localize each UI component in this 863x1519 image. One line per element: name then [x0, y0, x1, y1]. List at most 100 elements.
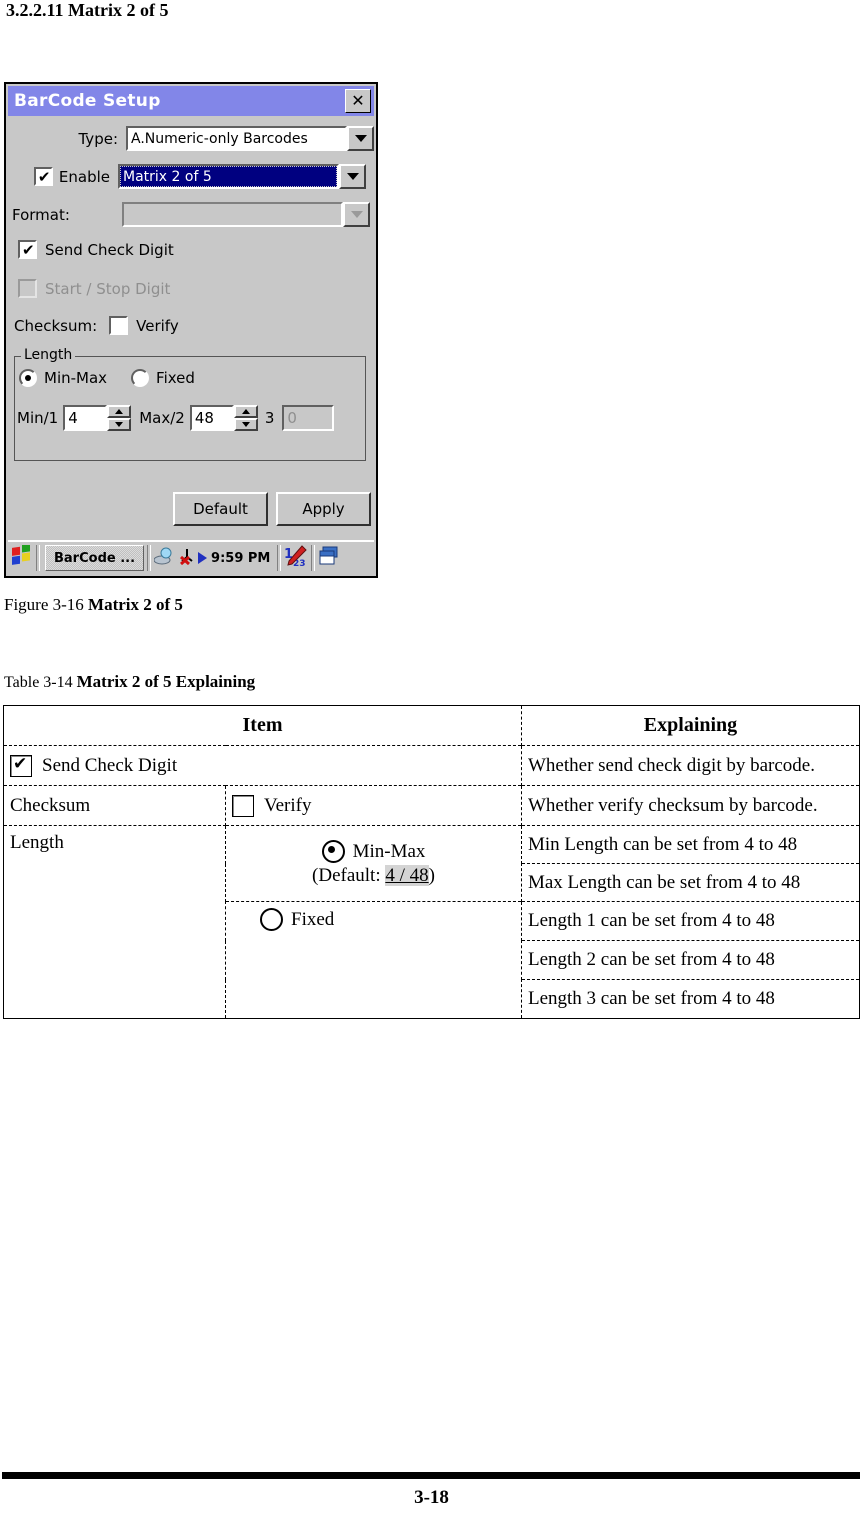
fixed-radio[interactable]: [131, 369, 150, 387]
explaining-table: Item Explaining ✔ Send Check Digit Wheth…: [3, 705, 861, 1019]
chevron-down-icon[interactable]: [339, 164, 366, 189]
window-title: BarCode Setup: [14, 91, 161, 111]
checksum-row: Checksum: Verify: [14, 316, 179, 335]
min1-input[interactable]: 4: [63, 405, 108, 431]
spin-down-icon[interactable]: [107, 418, 132, 431]
table-caption-title: Matrix 2 of 5 Explaining: [76, 672, 256, 691]
default-button[interactable]: Default: [173, 492, 268, 526]
max2-stepper[interactable]: 48: [189, 405, 258, 431]
send-check-digit-checkbox-icon: ✔: [10, 754, 32, 777]
column-header-item: Item: [3, 705, 522, 746]
row-explain-length3: Length 3 can be set from 4 to 48: [520, 979, 861, 1019]
enable-label: Enable: [58, 167, 110, 186]
spin-up-icon[interactable]: [233, 405, 258, 418]
length-group-label: Length: [21, 347, 76, 363]
column-header-explaining: Explaining: [520, 705, 861, 746]
type-combobox-value: A.Numeric-only Barcodes: [126, 126, 347, 151]
minmax-radio[interactable]: [19, 369, 37, 387]
send-check-digit-checkbox[interactable]: ✔: [18, 240, 37, 259]
minmax-default-line: (Default: 4 / 48): [232, 865, 515, 887]
taskbar: BarCode ... 9:59 PM 1 23: [8, 540, 374, 574]
table-row: ✔ Send Check Digit Whether send check di…: [3, 745, 861, 786]
default-suffix: ): [428, 865, 435, 886]
table-row: Length Min-Max (Default: 4 / 48) Min Len…: [3, 825, 861, 1019]
max2-spin-buttons[interactable]: [233, 405, 258, 431]
row-label-verify: Verify: [264, 794, 312, 816]
chevron-down-icon[interactable]: [347, 126, 374, 151]
desktop-icon[interactable]: [153, 547, 176, 569]
figure-caption-prefix: Figure 3-16: [4, 595, 89, 614]
type-combobox[interactable]: A.Numeric-only Barcodes: [126, 126, 374, 151]
chevron-down-icon[interactable]: [343, 202, 370, 227]
spin-down-icon[interactable]: [233, 418, 258, 431]
row-label-length: Length: [3, 825, 226, 1019]
window-titlebar: BarCode Setup ✕: [8, 86, 374, 116]
taskbar-task-barcode[interactable]: BarCode ...: [45, 545, 145, 571]
length3-label: 3: [264, 409, 275, 427]
min1-stepper[interactable]: 4: [63, 405, 132, 431]
symbology-combobox[interactable]: Matrix 2 of 5: [118, 164, 366, 189]
checksum-label: Checksum:: [14, 316, 98, 335]
format-label: Format:: [12, 205, 70, 224]
switch-windows-icon[interactable]: [318, 546, 340, 570]
row-explain-checksum: Whether verify checksum by barcode.: [520, 785, 861, 826]
length-values-row: Min/1 4 Max/2 48 3 0: [17, 405, 363, 431]
close-icon[interactable]: ✕: [345, 89, 371, 113]
format-combobox-value: [122, 202, 343, 227]
start-stop-digit-label: Start / Stop Digit: [45, 279, 171, 298]
row-explain-max-length: Max Length can be set from 4 to 48: [520, 863, 861, 902]
row-explain-length1: Length 1 can be set from 4 to 48: [520, 901, 861, 941]
enable-row: ✔ Enable Matrix 2 of 5: [8, 164, 374, 189]
row-label-fixed: Fixed: [291, 908, 335, 930]
verify-label: Verify: [136, 316, 179, 335]
row-label-send-check-digit: Send Check Digit: [42, 754, 178, 776]
start-stop-digit-row: Start / Stop Digit: [18, 279, 170, 298]
play-arrow-icon: [198, 549, 208, 568]
max2-label: Max/2: [139, 409, 185, 427]
row-label-checksum: Checksum: [3, 785, 226, 826]
type-row: Type: A.Numeric-only Barcodes: [8, 126, 374, 151]
disconnected-network-icon[interactable]: [178, 547, 196, 569]
minmax-label: Min-Max: [44, 369, 108, 387]
table-header-row: Item Explaining: [3, 705, 861, 746]
min1-label: Min/1: [17, 409, 59, 427]
min1-spin-buttons[interactable]: [107, 405, 132, 431]
dialog-client-area: Type: A.Numeric-only Barcodes ✔ Enable M…: [8, 118, 374, 548]
format-combobox[interactable]: [122, 202, 370, 227]
taskbar-clock[interactable]: 9:59 PM: [211, 551, 270, 566]
enable-checkbox[interactable]: ✔: [33, 167, 53, 186]
spin-up-icon[interactable]: [107, 405, 132, 418]
format-row: Format:: [8, 202, 374, 227]
barcode-setup-window: BarCode Setup ✕ Type: A.Numeric-only Bar…: [4, 82, 378, 578]
minmax-radio-icon: [321, 840, 345, 863]
default-prefix: (Default:: [312, 865, 386, 886]
start-icon[interactable]: [11, 543, 33, 571]
send-check-digit-row[interactable]: ✔ Send Check Digit: [18, 240, 174, 259]
verify-checkbox-icon: [232, 794, 254, 817]
row-label-minmax: Min-Max: [352, 840, 426, 862]
apply-button[interactable]: Apply: [276, 492, 371, 526]
default-value: 4 / 48: [385, 865, 429, 886]
verify-checkbox[interactable]: [109, 316, 129, 335]
fixed-label: Fixed: [156, 369, 195, 387]
table-row: Checksum Verify Whether verify checksum …: [3, 785, 861, 826]
page-title: 3.2.2.11 Matrix 2 of 5: [6, 0, 169, 20]
row-explain-min-length: Min Length can be set from 4 to 48: [520, 825, 861, 864]
row-explain-length2: Length 2 can be set from 4 to 48: [520, 940, 861, 980]
footer-divider: [2, 1472, 860, 1479]
page-number: 3-18: [414, 1487, 449, 1508]
figure-caption-title: Matrix 2 of 5: [88, 595, 183, 614]
length-groupbox: Length Min-Max Fixed Min/1 4 Max/2 48 3 …: [14, 347, 366, 461]
fixed-radio-icon: [260, 908, 283, 931]
table-caption-prefix: Table 3-14: [4, 674, 77, 691]
table-caption: Table 3-14 Matrix 2 of 5 Explaining: [4, 672, 255, 692]
input-panel-icon[interactable]: 1 23: [284, 545, 308, 571]
length-mode-radios: Min-Max Fixed: [19, 369, 195, 387]
max2-input[interactable]: 48: [189, 405, 234, 431]
symbology-combobox-value: Matrix 2 of 5: [118, 164, 339, 189]
figure-caption: Figure 3-16 Matrix 2 of 5: [4, 595, 183, 615]
type-label: Type:: [78, 129, 118, 148]
start-stop-digit-checkbox: [18, 279, 37, 298]
send-check-digit-label: Send Check Digit: [45, 240, 174, 259]
length3-input: 0: [282, 405, 335, 431]
